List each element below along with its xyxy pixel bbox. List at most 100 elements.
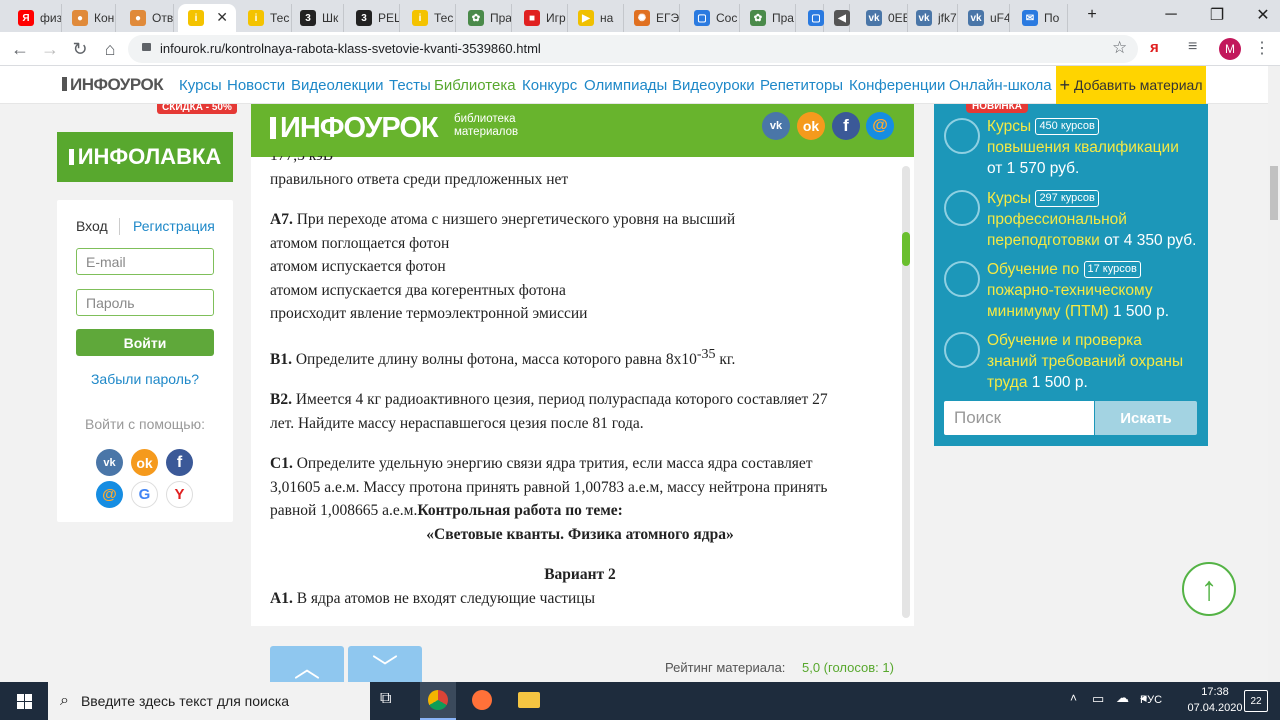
firefox-taskbar-icon[interactable] <box>472 690 492 710</box>
document-scrollbar[interactable] <box>902 166 910 618</box>
email-field[interactable]: E-mail <box>76 248 214 275</box>
vk-login-icon[interactable]: vk <box>96 449 123 476</box>
course-search-button[interactable]: Искать <box>1095 401 1197 435</box>
page-scroll-thumb[interactable] <box>1270 166 1278 220</box>
home-button[interactable]: ⌂ <box>98 37 122 61</box>
tray-chevron-icon[interactable]: ˄ <box>1070 691 1077 705</box>
prev-page-button[interactable]: ︿ <box>270 646 344 682</box>
reload-button[interactable]: ↻ <box>68 37 92 61</box>
close-window-button[interactable]: ✕ <box>1240 0 1280 30</box>
course-search-input[interactable]: Поиск <box>944 401 1094 435</box>
task-view-icon[interactable]: ⧉ <box>380 690 391 708</box>
reading-list-icon[interactable]: ≡ <box>1188 38 1197 56</box>
explorer-taskbar-icon[interactable] <box>518 692 540 708</box>
login-button[interactable]: Войти <box>76 329 214 356</box>
profile-avatar[interactable]: M <box>1219 38 1241 60</box>
browser-tab[interactable]: Яфиз <box>8 4 62 32</box>
taskbar-search[interactable]: ⌕ Введите здесь текст для поиска <box>48 682 370 720</box>
owl-icon: ● <box>130 10 146 26</box>
chat-icon: ▢ <box>808 10 824 26</box>
close-tab-icon[interactable]: ✕ <box>216 9 228 26</box>
start-button[interactable] <box>0 682 48 720</box>
browser-tab[interactable]: ● Отв <box>120 4 174 32</box>
infourok-logo[interactable]: ИНФОУРОК <box>62 75 164 95</box>
tab-title: Шк <box>322 11 339 25</box>
forward-button[interactable]: → <box>38 37 62 61</box>
nav-link[interactable]: Олимпиады <box>584 77 667 94</box>
back-button[interactable]: ← <box>8 37 32 61</box>
url-text[interactable]: infourok.ru/kontrolnaya-rabota-klass-sve… <box>160 41 541 56</box>
network-icon[interactable]: ☁ <box>1116 690 1129 706</box>
course-count-badge: 17 курсов <box>1083 261 1141 278</box>
scroll-to-top-button[interactable]: ↑ <box>1182 562 1236 616</box>
ok-share-icon[interactable]: ok <box>797 112 825 140</box>
maximize-button[interactable]: ❐ <box>1194 0 1240 30</box>
password-field[interactable]: Пароль <box>76 289 214 316</box>
nav-link[interactable]: Онлайн-школа <box>949 77 1052 94</box>
browser-tab[interactable]: ■ Игр <box>514 4 568 32</box>
forgot-password-link[interactable]: Забыли пароль? <box>57 371 233 387</box>
next-page-button[interactable]: ﹀ <box>348 646 422 682</box>
vk-share-icon[interactable]: vk <box>762 112 790 140</box>
mailru-share-icon[interactable]: @ <box>866 112 894 140</box>
banner-subtitle-2: материалов <box>454 126 519 138</box>
browser-tab[interactable]: ✿ Пра <box>740 4 796 32</box>
nav-link[interactable]: Видеолекции <box>291 77 384 94</box>
add-material-button[interactable]: + Добавить материал <box>1056 66 1206 104</box>
infolavka-banner[interactable]: ИНФОЛАВКА <box>57 132 233 182</box>
language-indicator[interactable]: РУС <box>1140 694 1162 706</box>
question-label: В1. <box>270 350 292 368</box>
course-title: Обучение по <box>987 261 1080 278</box>
minimize-button[interactable]: ─ <box>1148 0 1194 30</box>
browser-tab[interactable]: i Тес <box>238 4 292 32</box>
battery-icon[interactable]: ▭ <box>1092 691 1104 707</box>
nav-link[interactable]: Репетиторы <box>760 77 843 94</box>
nav-link[interactable]: Тесты <box>389 77 431 94</box>
nav-link[interactable]: Конкурс <box>522 77 577 94</box>
chrome-taskbar-icon[interactable] <box>420 682 456 720</box>
yandex-extension-icon[interactable]: я <box>1150 39 1159 56</box>
notification-center-icon[interactable]: 22 <box>1244 690 1268 712</box>
new-tab-button[interactable]: + <box>1072 0 1112 30</box>
nav-link[interactable]: Курсы <box>179 77 222 94</box>
document-scroll-thumb[interactable] <box>902 232 910 266</box>
ok-login-icon[interactable]: ok <box>131 449 158 476</box>
facebook-share-icon[interactable]: f <box>832 112 860 140</box>
tab-register[interactable]: Регистрация <box>133 218 215 234</box>
nav-link[interactable]: Конференции <box>849 77 945 94</box>
mailru-login-icon[interactable]: @ <box>96 481 123 508</box>
menu-dots-icon[interactable]: ⋮ <box>1254 38 1270 58</box>
question-a7: А7. При переходе атома с низшего энергет… <box>270 208 890 232</box>
page-scrollbar[interactable] <box>1268 66 1280 682</box>
tab-divider <box>119 218 120 235</box>
browser-tab[interactable]: vk 0ЕЕ <box>856 4 908 32</box>
browser-tab[interactable]: vk jfk7 <box>906 4 958 32</box>
browser-tab[interactable]: ● Кон <box>62 4 116 32</box>
square-icon: ■ <box>524 10 540 26</box>
browser-tab[interactable]: ▶ на <box>568 4 624 32</box>
browser-tab[interactable]: ▢ Сос <box>684 4 740 32</box>
bookmark-star-icon[interactable]: ☆ <box>1112 38 1127 58</box>
browser-tab[interactable]: i Тес <box>402 4 456 32</box>
google-login-icon[interactable]: G <box>131 481 158 508</box>
yandex-login-icon[interactable]: Y <box>166 481 193 508</box>
browser-tab[interactable]: i ✕ <box>178 4 236 32</box>
question-text: При переходе атома с низшего энергетичес… <box>296 211 736 228</box>
course-count-badge: 297 курсов <box>1035 190 1099 207</box>
nav-link[interactable]: Видеоуроки <box>672 77 755 94</box>
nav-link[interactable]: Новости <box>227 77 285 94</box>
facebook-login-icon[interactable]: f <box>166 449 193 476</box>
nav-link[interactable]: Библиотека <box>434 77 516 94</box>
browser-tab[interactable]: 3 Шк <box>290 4 344 32</box>
tab-title: По <box>1044 11 1060 25</box>
page-body: СКИДКА - 50% ИНФОЛАВКА Вход Регистрация … <box>0 104 1268 682</box>
browser-tab[interactable]: ✿ Пра <box>458 4 512 32</box>
browser-tab[interactable]: 3 РЕШ <box>346 4 400 32</box>
browser-tab[interactable]: ▢ <box>798 4 824 32</box>
browser-tab[interactable]: vk uF4 <box>958 4 1010 32</box>
browser-tab[interactable]: ✉ По <box>1012 4 1068 32</box>
browser-tab[interactable]: ◀ <box>824 4 850 32</box>
clock-time[interactable]: 17:38 <box>1187 686 1243 698</box>
browser-tab[interactable]: ✺ ЕГЭ <box>624 4 680 32</box>
tab-login[interactable]: Вход <box>76 218 108 234</box>
